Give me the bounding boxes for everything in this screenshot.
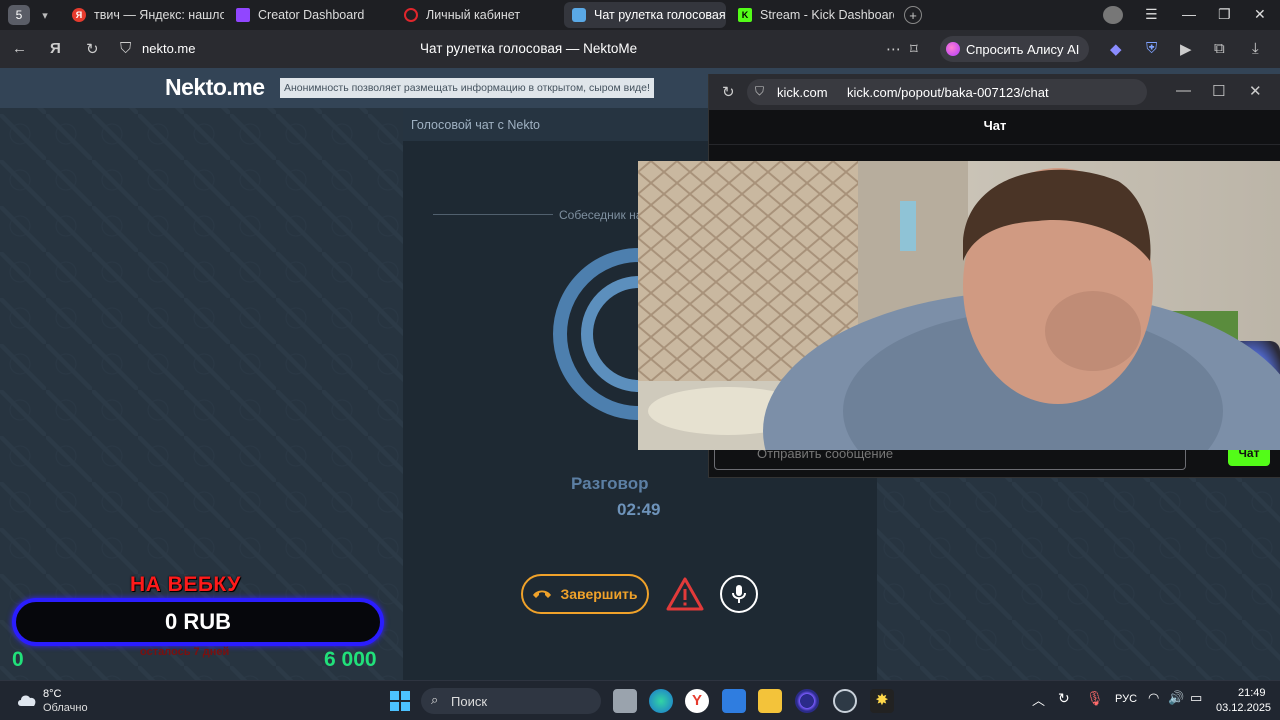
search-icon: ⌕ (431, 692, 439, 707)
tab-label: Чат рулетка голосовая (594, 8, 726, 22)
chevron-up-icon[interactable]: ︿ (1032, 690, 1045, 709)
menu-icon[interactable]: ☰ (1145, 6, 1158, 23)
goal-subtitle: осталось 7 дней (140, 646, 230, 658)
app-star-icon[interactable]: ✸ (870, 689, 894, 713)
minimize-icon[interactable]: — (1182, 6, 1196, 22)
weather-description[interactable]: Облачно (43, 702, 88, 714)
collections-icon[interactable]: ⧉ (1214, 40, 1225, 57)
vpn-icon[interactable]: ⛨ (1146, 40, 1157, 57)
divider (433, 214, 553, 215)
new-tab-button[interactable]: + (904, 6, 922, 24)
tab-label: Creator Dashboard (258, 8, 365, 22)
webcam-overlay (638, 161, 1280, 450)
reload-icon[interactable]: ↻ (86, 40, 99, 58)
close-window-icon[interactable]: ✕ (1249, 82, 1262, 100)
profile-avatar[interactable] (1103, 6, 1123, 24)
microphone-button[interactable] (720, 575, 758, 613)
webcam-image (638, 161, 1280, 450)
anonymity-notice: Анонимность позволяет размещать информац… (280, 78, 654, 98)
download-icon[interactable]: ⤓ (1252, 40, 1259, 57)
windows-taskbar: 8°C Облачно ⌕ Поиск Y ✸ ︿ ↻ 🎙 РУС ◠ 🔊 ▭ … (0, 680, 1280, 720)
more-icon[interactable]: ⋯ (886, 40, 901, 58)
battery-icon[interactable]: ▭ (1190, 690, 1202, 706)
yandex-home-icon[interactable]: Я (50, 40, 61, 57)
search-placeholder: Поиск (451, 693, 488, 709)
tab-count-badge[interactable]: 5 (8, 5, 30, 25)
hangup-icon (533, 590, 552, 598)
tab-label: Личный кабинет (426, 8, 521, 22)
game-icon[interactable]: ◆ (1110, 40, 1122, 58)
tab-yandex[interactable]: Я твич — Яндекс: нашлось (64, 2, 224, 28)
edge-icon[interactable] (649, 689, 673, 713)
alice-app-icon[interactable] (795, 689, 819, 713)
windows-start-icon[interactable] (390, 691, 410, 711)
tab-nekto-active[interactable]: Чат рулетка голосовая ✕ (564, 2, 726, 28)
browser-tab-bar: 5 ▾ Я твич — Яндекс: нашлось Creator Das… (0, 0, 1280, 30)
weather-temperature[interactable]: 8°C (43, 688, 61, 700)
chat-title: Чат (983, 118, 1007, 133)
folder-icon[interactable] (758, 689, 782, 713)
cloud-icon[interactable] (16, 691, 38, 707)
sync-icon[interactable]: ↻ (1058, 690, 1070, 707)
popup-domain: kick.com (777, 85, 828, 100)
taskbar-search[interactable]: ⌕ Поиск (421, 688, 601, 714)
tab-creator-dashboard[interactable]: Creator Dashboard (228, 2, 392, 28)
ask-alice-label: Спросить Алису AI (966, 41, 1080, 57)
panel-title: Голосовой чат с Nekto (411, 118, 541, 132)
volume-icon[interactable]: 🔊 (1168, 690, 1184, 706)
nekto-icon (572, 8, 586, 22)
language-indicator[interactable]: РУС (1115, 693, 1137, 705)
twitch-icon (236, 8, 250, 22)
popup-address-field[interactable]: ⛉ kick.com kick.com/popout/baka-007123/c… (747, 79, 1147, 105)
opera-icon (404, 8, 418, 22)
tab-label: Stream - Kick Dashboard (760, 8, 894, 22)
divider (709, 144, 1280, 145)
minimize-icon[interactable]: — (1176, 82, 1191, 99)
reload-icon[interactable]: ↻ (722, 83, 735, 101)
partner-found-text: Собеседник най (559, 208, 650, 222)
yandex-icon: Я (72, 8, 86, 22)
page-title: Чат рулетка голосовая — NektoMe (420, 41, 638, 56)
alice-icon (946, 42, 960, 56)
close-window-icon[interactable]: ✕ (1254, 6, 1266, 23)
yandex-browser-icon[interactable]: Y (685, 689, 709, 713)
address-domain[interactable]: nekto.me (142, 41, 195, 56)
conversation-label: Разговор (571, 474, 649, 493)
shield-icon: ⛉ (755, 84, 765, 98)
wifi-icon[interactable]: ◠ (1148, 690, 1159, 706)
conversation-timer: 02:49 (617, 500, 661, 519)
restore-icon[interactable]: ❐ (1218, 6, 1231, 23)
tab-personal-cabinet[interactable]: Личный кабинет (396, 2, 560, 28)
shield-icon[interactable]: ⛉ (120, 40, 131, 57)
popup-url-path: kick.com/popout/baka-007123/chat (847, 85, 1049, 100)
bookmark-icon[interactable]: ⌑ (910, 40, 918, 58)
microphone-icon (732, 585, 746, 603)
microphone-tray-icon[interactable]: 🎙 (1086, 690, 1104, 707)
tab-kick-dashboard[interactable]: K Stream - Kick Dashboard (730, 2, 894, 28)
task-view-icon[interactable] (613, 689, 637, 713)
site-logo[interactable]: Nekto.me (165, 74, 265, 101)
address-bar: ← Я ↻ ⛉ nekto.me Чат рулетка голосовая —… (0, 30, 1280, 68)
play-icon[interactable]: ▶ (1180, 40, 1192, 58)
goal-title: НА ВЕБКУ (130, 573, 241, 596)
goal-min-value: 0 (12, 648, 24, 671)
chevron-down-icon[interactable]: ▾ (36, 9, 54, 22)
tab-label: твич — Яндекс: нашлось (94, 8, 224, 22)
end-call-button[interactable]: Завершить (521, 574, 649, 614)
clock-time[interactable]: 21:49 (1238, 687, 1266, 699)
obs-icon[interactable] (833, 689, 857, 713)
goal-max-value: 6 000 (324, 648, 377, 671)
report-warning-icon[interactable] (665, 576, 705, 612)
clock-date[interactable]: 03.12.2025 (1216, 702, 1271, 714)
popup-title-bar: ↻ ⛉ kick.com kick.com/popout/baka-007123… (709, 74, 1280, 110)
kick-icon: K (738, 8, 752, 22)
maximize-icon[interactable]: ☐ (1212, 82, 1225, 100)
end-call-label: Завершить (560, 586, 638, 602)
ask-alice-button[interactable]: Спросить Алису AI (940, 36, 1090, 62)
back-icon[interactable]: ← (12, 40, 27, 57)
goal-amount: 0 RUB (164, 609, 231, 634)
goal-progress-bar: 0 RUB (12, 598, 384, 646)
store-icon[interactable] (722, 689, 746, 713)
